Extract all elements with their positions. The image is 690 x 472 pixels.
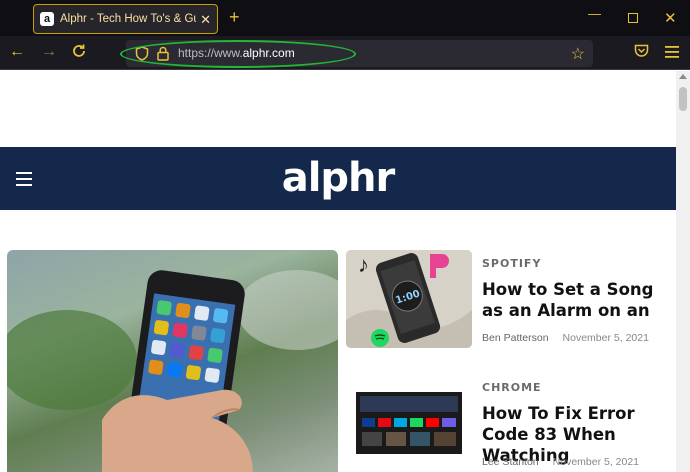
article-date: November 5, 2021 (562, 332, 649, 344)
article-thumbnail[interactable] (356, 392, 462, 454)
article-author[interactable]: Ben Patterson (482, 332, 549, 344)
article-thumbnail[interactable]: 1:00 ♪ (346, 250, 472, 348)
article-date: November 5, 2021 (552, 456, 640, 468)
browser-tab[interactable]: a Alphr - Tech How To's & Guides ✕ (33, 4, 218, 34)
maximize-icon[interactable] (628, 13, 638, 23)
url-text[interactable]: https://www.alphr.com (178, 46, 295, 60)
tab-bar: a Alphr - Tech How To's & Guides ✕ + — ✕ (0, 0, 690, 36)
page-scrollbar[interactable] (676, 71, 690, 472)
bookmark-star-icon[interactable]: ☆ (571, 44, 585, 64)
tab-title: Alphr - Tech How To's & Guides (60, 13, 196, 25)
reload-icon[interactable] (71, 43, 87, 64)
back-arrow-icon[interactable]: ← (9, 43, 25, 61)
window-close-icon[interactable]: ✕ (664, 9, 677, 27)
tab-favicon-icon: a (40, 12, 54, 26)
pocket-icon[interactable] (634, 44, 649, 63)
minimize-icon[interactable]: — (588, 6, 601, 21)
hero-image[interactable] (7, 250, 338, 472)
forward-arrow-icon[interactable]: → (41, 43, 57, 61)
scroll-up-icon[interactable] (679, 74, 687, 79)
web-page: alphr 1:00 ♪ SPOTIFY How to Set a Song a… (0, 71, 676, 472)
article-category[interactable]: CHROME (482, 381, 542, 394)
navigation-toolbar: ← → https://www.alphr.com ☆ (0, 36, 690, 70)
site-logo[interactable]: alphr (0, 155, 676, 201)
article-card[interactable]: CHROME How To Fix Error Code 83 When Wat… (346, 374, 676, 472)
lock-icon[interactable] (157, 46, 169, 66)
url-domain: alphr.com (242, 46, 295, 60)
article-category[interactable]: SPOTIFY (482, 257, 541, 270)
site-header: alphr (0, 147, 676, 210)
article-card[interactable]: 1:00 ♪ SPOTIFY How to Set a Song as an A… (346, 250, 676, 360)
article-meta: Ben Patterson November 5, 2021 (482, 332, 649, 344)
article-author[interactable]: Lee Stanton (482, 456, 539, 468)
app-menu-icon[interactable] (665, 45, 679, 63)
shield-icon[interactable] (135, 46, 149, 66)
address-bar[interactable]: https://www.alphr.com ☆ (126, 40, 593, 67)
scroll-thumb[interactable] (679, 87, 687, 111)
new-tab-icon[interactable]: + (229, 8, 240, 26)
article-title[interactable]: How to Set a Song as an Alarm on an (482, 279, 672, 321)
svg-text:♪: ♪ (358, 252, 369, 277)
url-prefix: https://www. (178, 46, 243, 60)
tab-close-icon[interactable]: ✕ (200, 13, 211, 26)
article-meta: Lee Stanton November 5, 2021 (482, 456, 639, 468)
